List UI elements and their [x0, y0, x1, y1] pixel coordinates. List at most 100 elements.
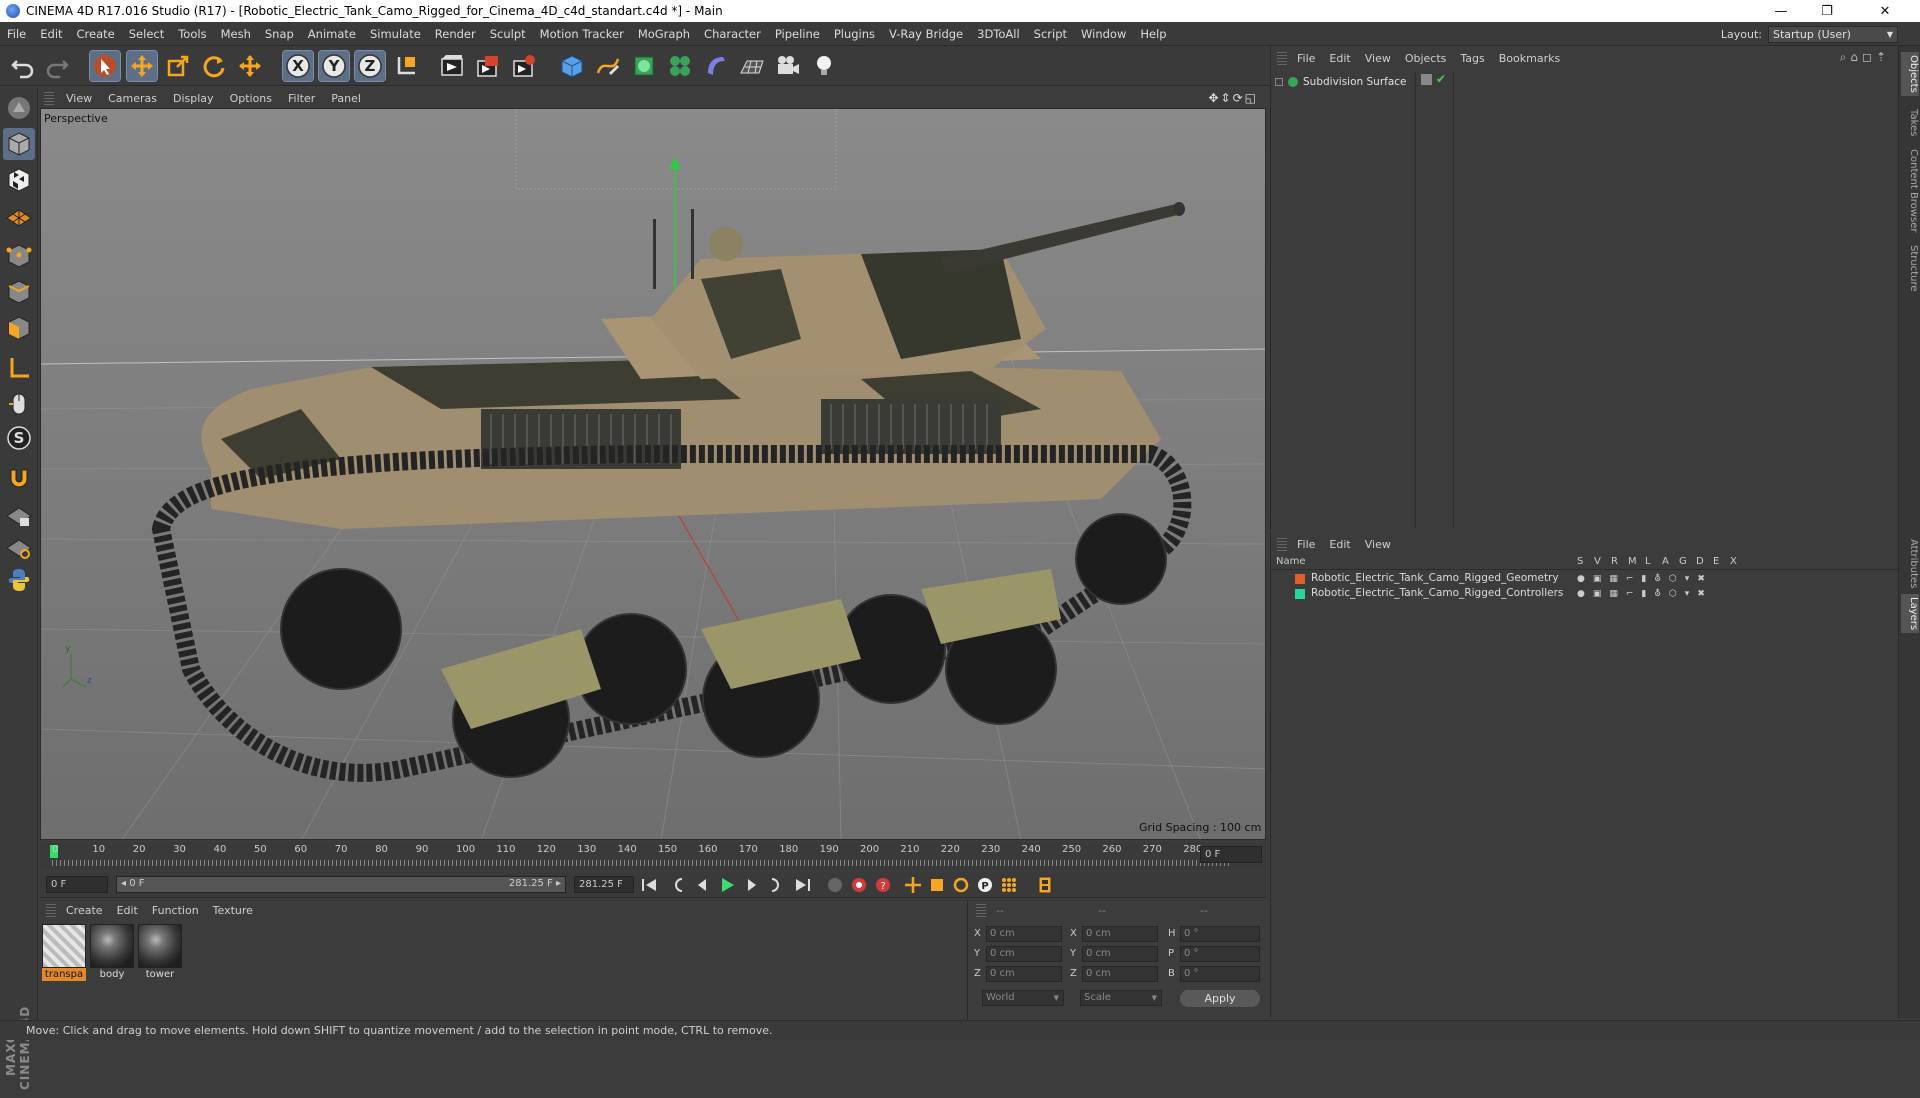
tab-objects[interactable]: Objects — [1901, 52, 1919, 96]
add-cloner-button[interactable] — [665, 51, 695, 81]
menu-help[interactable]: Help — [1133, 27, 1173, 41]
menu-animate[interactable]: Animate — [301, 27, 363, 41]
render-settings-button[interactable] — [509, 51, 539, 81]
python-button[interactable] — [3, 564, 35, 596]
object-tree[interactable]: Subdivision Surface ✔ — [1271, 72, 1899, 528]
add-cube-button[interactable] — [557, 51, 587, 81]
key-scale-button[interactable] — [926, 874, 948, 896]
add-subdivision-button[interactable] — [629, 51, 659, 81]
add-deformer-button[interactable] — [701, 51, 731, 81]
magnet-button[interactable] — [3, 462, 35, 494]
live-select-tool[interactable] — [89, 50, 121, 82]
range-end-field[interactable]: 281.25 F — [574, 876, 634, 893]
apply-button[interactable]: Apply — [1180, 990, 1260, 1007]
rotation-h-field[interactable]: 0 ° — [1180, 926, 1260, 942]
position-z-field[interactable]: 0 cm — [986, 966, 1062, 982]
x-axis-lock[interactable]: X — [282, 50, 314, 82]
menu-motion-tracker[interactable]: Motion Tracker — [533, 27, 631, 41]
position-x-field[interactable]: 0 cm — [986, 926, 1062, 942]
material-tower[interactable]: tower — [138, 924, 182, 980]
recent-tool[interactable] — [235, 51, 265, 81]
coordinate-space-dropdown[interactable]: World ▼ — [982, 990, 1064, 1006]
range-slider[interactable]: ◂ 0 F 281.25 F ▸ — [116, 876, 566, 893]
layer-row[interactable]: Robotic_Electric_Tank_Camo_Rigged_Contro… — [1271, 587, 1899, 601]
viewport-menu-display[interactable]: Display — [165, 92, 222, 105]
points-mode-button[interactable] — [3, 240, 35, 272]
restore-button[interactable]: ❐ — [1804, 0, 1850, 22]
object-menu-view[interactable]: View — [1358, 52, 1398, 65]
redo-button[interactable] — [42, 51, 72, 81]
menu-mesh[interactable]: Mesh — [214, 27, 258, 41]
viewport-nav-icons[interactable]: ✥⇕⟳◱ — [1208, 91, 1258, 105]
model-mode-button[interactable] — [3, 128, 35, 160]
material-menu-edit[interactable]: Edit — [110, 904, 145, 917]
timeline-window-button[interactable] — [1034, 874, 1056, 896]
layer-menu-file[interactable]: File — [1290, 538, 1322, 551]
layer-menu-edit[interactable]: Edit — [1322, 538, 1357, 551]
size-z-field[interactable]: 0 cm — [1082, 966, 1158, 982]
add-light-button[interactable] — [809, 51, 839, 81]
material-body[interactable]: body — [90, 924, 134, 980]
planar-workplane-button[interactable] — [3, 532, 35, 564]
menu-edit[interactable]: Edit — [33, 27, 69, 41]
size-x-field[interactable]: 0 cm — [1082, 926, 1158, 942]
snap-button[interactable]: S — [3, 422, 35, 454]
render-picture-viewer-button[interactable] — [473, 51, 503, 81]
material-menu-create[interactable]: Create — [59, 904, 110, 917]
object-menu-tags[interactable]: Tags — [1453, 52, 1491, 65]
make-editable-button[interactable] — [3, 92, 35, 124]
menu-3dtoall[interactable]: 3DToAll — [970, 27, 1027, 41]
play-button[interactable] — [716, 874, 738, 896]
key-position-button[interactable] — [902, 874, 924, 896]
minimize-button[interactable]: — — [1758, 0, 1804, 22]
viewport-menu-filter[interactable]: Filter — [280, 92, 323, 105]
menu-tools[interactable]: Tools — [171, 27, 213, 41]
tweak-mode-button[interactable] — [3, 388, 35, 420]
menu-render[interactable]: Render — [428, 27, 483, 41]
z-axis-lock[interactable]: Z — [354, 50, 386, 82]
object-menu-file[interactable]: File — [1290, 52, 1322, 65]
menu-snap[interactable]: Snap — [258, 27, 301, 41]
rotation-b-field[interactable]: 0 ° — [1180, 966, 1260, 982]
tab-structure[interactable]: Structure — [1901, 242, 1919, 295]
menu-plugins[interactable]: Plugins — [827, 27, 882, 41]
menu-vray-bridge[interactable]: V-Ray Bridge — [882, 27, 970, 41]
layer-menu-view[interactable]: View — [1358, 538, 1398, 551]
size-y-field[interactable]: 0 cm — [1082, 946, 1158, 962]
transform-mode-dropdown[interactable]: Scale ▼ — [1080, 990, 1162, 1006]
object-menu-edit[interactable]: Edit — [1322, 52, 1357, 65]
layer-color-swatch[interactable] — [1295, 589, 1305, 599]
menu-create[interactable]: Create — [70, 27, 122, 41]
menu-character[interactable]: Character — [697, 27, 768, 41]
workplane-button[interactable] — [3, 200, 35, 232]
object-menu-objects[interactable]: Objects — [1398, 52, 1454, 65]
polygons-mode-button[interactable] — [3, 312, 35, 344]
key-rotation-button[interactable] — [950, 874, 972, 896]
lock-workplane-button[interactable] — [3, 500, 35, 532]
3d-viewport[interactable]: y z — [40, 108, 1266, 840]
scale-tool[interactable] — [163, 51, 193, 81]
undo-button[interactable] — [8, 51, 38, 81]
add-spline-button[interactable] — [593, 51, 623, 81]
y-axis-lock[interactable]: Y — [318, 50, 350, 82]
viewport-menu-options[interactable]: Options — [222, 92, 280, 105]
menu-window[interactable]: Window — [1074, 27, 1133, 41]
tab-takes[interactable]: Takes — [1901, 106, 1919, 139]
layer-color-swatch[interactable] — [1295, 574, 1305, 584]
current-frame-field[interactable]: 0 F — [1200, 846, 1262, 863]
object-row[interactable]: Subdivision Surface — [1275, 74, 1407, 90]
axis-mode-button[interactable] — [3, 352, 35, 384]
edges-mode-button[interactable] — [3, 276, 35, 308]
menu-mograph[interactable]: MoGraph — [631, 27, 697, 41]
checkmark-icon[interactable]: ✔ — [1436, 72, 1446, 86]
record-disabled-button[interactable] — [824, 874, 846, 896]
next-key-button[interactable] — [764, 874, 786, 896]
prev-key-button[interactable] — [668, 874, 690, 896]
menu-script[interactable]: Script — [1027, 27, 1074, 41]
object-panel-tool-icons[interactable]: ⌕⌂◻⇡ — [1840, 50, 1890, 65]
add-floor-button[interactable] — [737, 51, 767, 81]
tab-attributes[interactable]: Attributes — [1901, 536, 1919, 591]
tab-layers[interactable]: Layers — [1901, 594, 1919, 634]
material-transpa[interactable]: transpa — [42, 924, 86, 981]
range-start-field[interactable]: 0 F — [46, 876, 108, 893]
